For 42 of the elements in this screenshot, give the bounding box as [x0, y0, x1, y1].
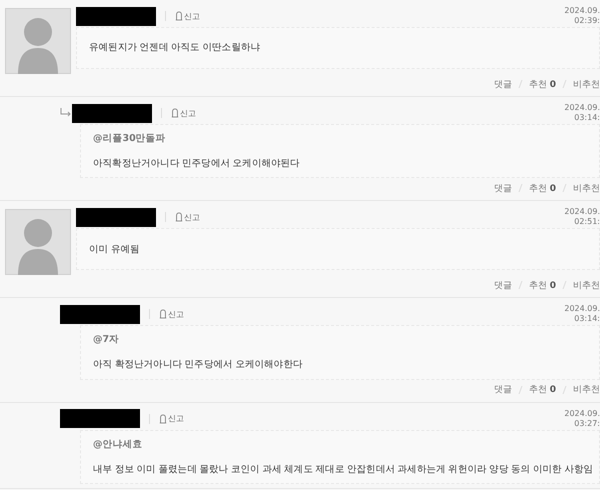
comment-date: 2024.09.: [564, 304, 600, 314]
comment-time: 03:14:: [574, 314, 600, 324]
mention: @안냐세효: [93, 438, 144, 451]
avatar-icon: [5, 209, 71, 276]
comment-text: 이미 유예됨: [89, 242, 140, 256]
comment-text: 아직확정난거아니다 민주당에서 오케이해야된다: [93, 157, 300, 170]
comment-date: 2024.09.: [564, 408, 600, 419]
siren-icon: [159, 309, 167, 320]
reply-link[interactable]: 댓글: [494, 182, 512, 195]
dislike-button[interactable]: 비추천: [573, 182, 600, 195]
comment-date: 2024.09.: [564, 103, 600, 113]
dislike-button[interactable]: 비추천: [573, 278, 600, 292]
comment-text: 아직 확정난거아니다 민주당에서 오케이해야한다: [93, 358, 302, 372]
dislike-button[interactable]: 비추천: [573, 383, 600, 396]
report-button[interactable]: 신고: [175, 212, 200, 223]
dislike-button[interactable]: 비추천: [573, 78, 600, 90]
comment-time: 03:27:: [574, 418, 600, 429]
like-button[interactable]: 추천 0: [528, 278, 556, 292]
like-button[interactable]: 추천 0: [528, 182, 556, 195]
comment-date: 2024.09.: [564, 207, 600, 218]
report-button[interactable]: 신고: [171, 108, 196, 118]
siren-icon: [171, 108, 179, 118]
comment-time: 03:14:: [574, 113, 600, 123]
comment-date: 2024.09.: [564, 6, 600, 16]
comment-time: 02:39:: [574, 16, 600, 26]
comment-text: 내부 정보 이미 풀렸는데 몰랐나 코인이 과세 체계도 제대로 안잡힌데서 과세하는게 위헌이라 양당 동의 이미한 사항임: [93, 462, 594, 476]
siren-icon: [159, 414, 167, 424]
siren-icon: [175, 11, 183, 21]
reply-link[interactable]: 댓글: [494, 383, 512, 396]
comment-time: 02:51:: [574, 217, 600, 228]
report-button[interactable]: 신고: [175, 10, 200, 22]
reply-link[interactable]: 댓글: [494, 78, 512, 90]
like-button[interactable]: 추천 0: [528, 383, 556, 396]
report-button[interactable]: 신고: [159, 308, 184, 320]
siren-icon: [175, 212, 183, 222]
avatar-icon: [5, 8, 71, 74]
report-button[interactable]: 신고: [159, 413, 184, 424]
comment-text: 유예된지가 언젠데 아직도 이딴소릴하냐: [89, 41, 260, 55]
mention: @리플30만돌파: [93, 132, 167, 145]
reply-link[interactable]: 댓글: [494, 278, 512, 292]
like-button[interactable]: 추천 0: [528, 78, 556, 90]
mention: @7자: [93, 333, 120, 346]
